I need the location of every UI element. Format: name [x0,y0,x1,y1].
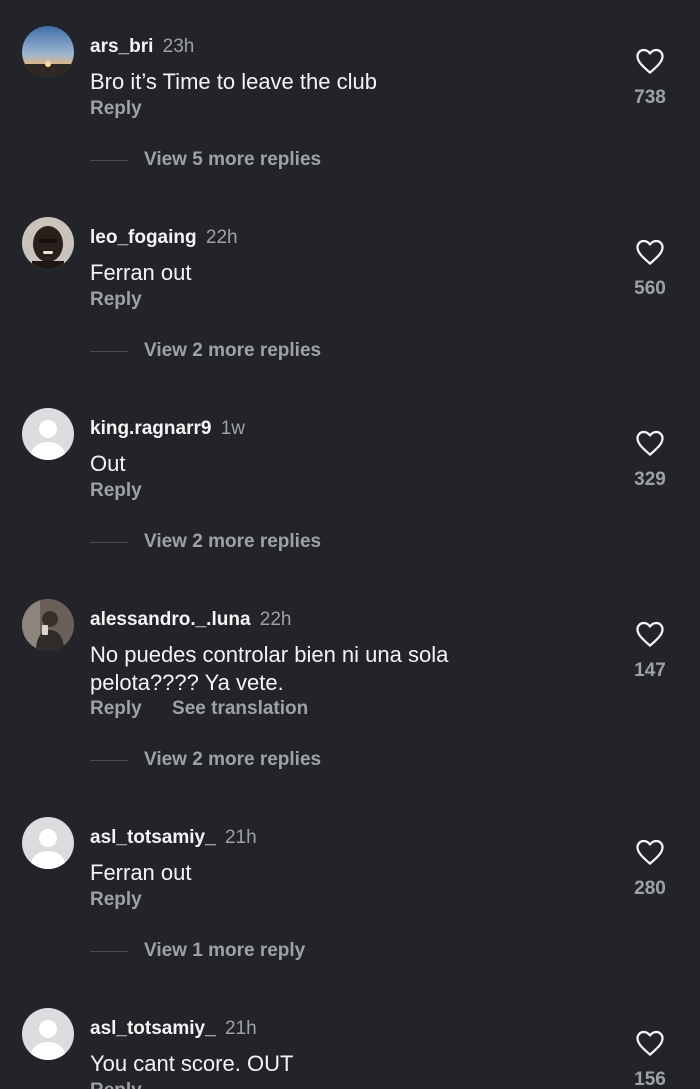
comment-item: asl_totsamiy_ 21h Ferran out Reply View … [0,817,700,1008]
heart-outline-icon [636,1030,664,1056]
comment-meta: asl_totsamiy_ 21h [90,1018,257,1040]
heart-outline-icon [636,239,664,265]
heart-outline-icon [636,839,664,865]
comment-meta: asl_totsamiy_ 21h [90,827,257,849]
replies-divider [90,951,128,952]
comment-meta: leo_fogaing 22h [90,227,238,249]
timestamp: 23h [162,36,195,57]
replies-divider [90,351,128,352]
username[interactable]: leo_fogaing [90,227,197,248]
username[interactable]: alessandro._.luna [90,609,251,630]
view-replies-label: View 2 more replies [144,340,322,361]
reply-button[interactable]: Reply [90,289,142,311]
default-avatar-icon [22,408,74,460]
view-replies-label: View 5 more replies [144,149,322,170]
reply-button[interactable]: Reply [90,98,142,120]
replies-divider [90,760,128,761]
view-replies-label: View 1 more reply [144,940,306,961]
sunset-avatar-image [22,26,74,78]
username[interactable]: asl_totsamiy_ [90,1018,216,1039]
username[interactable]: king.ragnarr9 [90,418,211,439]
reply-button[interactable]: Reply [90,889,142,911]
default-avatar-icon [22,817,74,869]
replies-divider [90,160,128,161]
comment-actions: Reply [90,480,142,502]
like-button[interactable]: 147 [620,620,680,682]
timestamp: 22h [205,227,238,248]
comment-actions: Reply See translation [90,698,308,720]
like-count: 280 [634,878,666,899]
avatar[interactable] [22,1008,74,1060]
comment-text: Ferran out [90,860,192,885]
avatar[interactable] [22,817,74,869]
username[interactable]: asl_totsamiy_ [90,827,216,848]
like-count: 738 [634,87,666,108]
timestamp: 21h [224,827,257,848]
like-button[interactable]: 560 [620,238,680,300]
heart-outline-icon [636,48,664,74]
comment-text: No puedes controlar bien ni una sola pel… [90,642,449,695]
like-button[interactable]: 280 [620,838,680,900]
reply-button[interactable]: Reply [90,698,142,720]
comment-item: king.ragnarr9 1w Out Reply View 2 more r… [0,408,700,599]
comment-text: Out [90,451,126,476]
heart-outline-icon [636,621,664,647]
comment-actions: Reply [90,98,142,120]
view-replies-label: View 2 more replies [144,531,322,552]
like-count: 147 [634,660,666,681]
comment-actions: Reply [90,889,142,911]
avatar[interactable] [22,408,74,460]
like-button[interactable]: 738 [620,47,680,109]
like-count: 329 [634,469,666,490]
comment-text: Bro it’s Time to leave the club [90,69,377,94]
comment-meta: ars_bri 23h [90,36,194,58]
comment-meta: alessandro._.luna 22h [90,609,292,631]
comment-item: alessandro._.luna 22h No puedes controla… [0,599,700,818]
comment-actions: Reply [90,289,142,311]
timestamp: 1w [220,418,246,439]
avatar[interactable] [22,217,74,269]
timestamp: 22h [259,609,292,630]
like-count: 560 [634,278,666,299]
comment-text: You cant score. OUT [90,1051,294,1076]
comment-item: asl_totsamiy_ 21h You cant score. OUT Re… [0,1008,700,1089]
see-translation-button[interactable]: See translation [172,698,308,720]
like-count: 156 [634,1069,666,1089]
heart-outline-icon [636,430,664,456]
comment-item: ars_bri 23h Bro it’s Time to leave the c… [0,26,700,217]
like-button[interactable]: 156 [620,1029,680,1089]
comment-text: Ferran out [90,260,192,285]
avatar[interactable] [22,599,74,651]
view-replies-label: View 2 more replies [144,749,322,770]
like-button[interactable]: 329 [620,429,680,491]
mirror-selfie-avatar-image [22,599,74,651]
reply-button[interactable]: Reply [90,1080,142,1089]
person-avatar-image [22,217,74,269]
comment-item: leo_fogaing 22h Ferran out Reply View 2 … [0,217,700,408]
reply-button[interactable]: Reply [90,480,142,502]
replies-divider [90,542,128,543]
timestamp: 21h [224,1018,257,1039]
comment-actions: Reply [90,1080,142,1089]
username[interactable]: ars_bri [90,36,153,57]
avatar[interactable] [22,26,74,78]
comment-meta: king.ragnarr9 1w [90,418,245,440]
default-avatar-icon [22,1008,74,1060]
